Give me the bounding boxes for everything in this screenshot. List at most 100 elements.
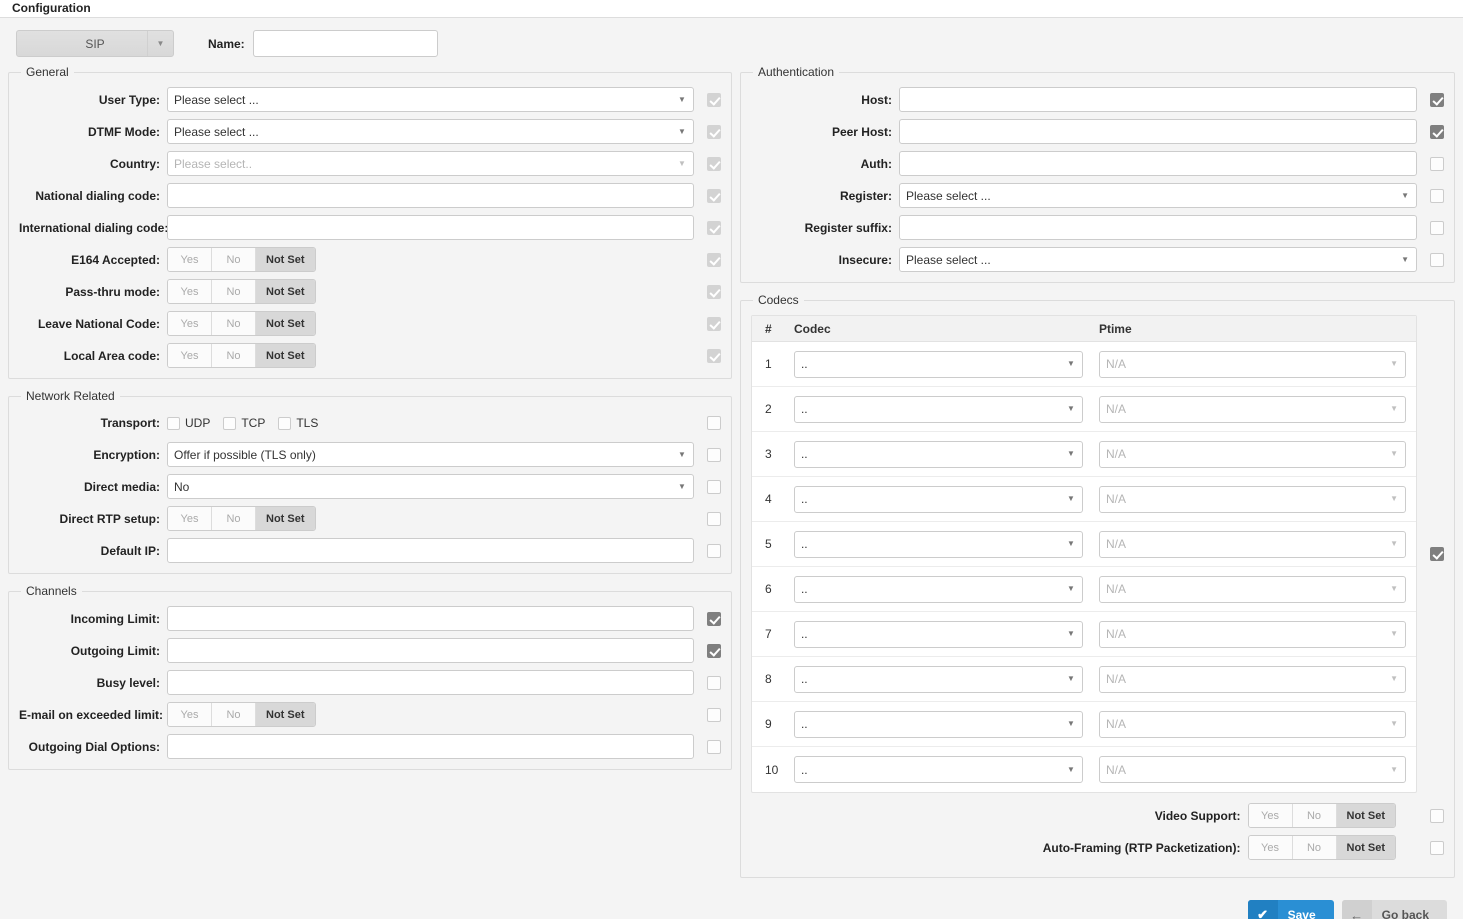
codec-4-select[interactable]: .. ▼ bbox=[793, 485, 1083, 513]
general-user-type-enable-checkbox[interactable] bbox=[706, 92, 721, 107]
auth-auth-input[interactable] bbox=[898, 151, 1417, 176]
general-leave-national-code-enable-checkbox[interactable] bbox=[706, 316, 721, 331]
network-direct-media-enable-checkbox[interactable] bbox=[706, 479, 721, 494]
channels-e-mail-on-exceeded-limit-enable-checkbox[interactable] bbox=[706, 707, 721, 722]
network-direct-rtp-setup-toggle-no[interactable]: No bbox=[212, 507, 256, 530]
channels-outgoing-limit-enable-checkbox[interactable] bbox=[706, 643, 721, 658]
general-country-enable-checkbox[interactable] bbox=[706, 156, 721, 171]
transport-enable-checkbox[interactable] bbox=[706, 416, 721, 430]
general-dtmf-mode-enable-checkbox[interactable] bbox=[706, 124, 721, 139]
channels-incoming-limit-enable-checkbox[interactable] bbox=[706, 611, 721, 626]
general-e164-accepted-toggle-yes[interactable]: Yes bbox=[168, 248, 212, 271]
auth-peer-host-enable-checkbox[interactable] bbox=[1430, 124, 1444, 139]
auth-peer-host-input[interactable] bbox=[898, 119, 1417, 144]
codec-7-select[interactable]: .. ▼ bbox=[793, 620, 1083, 648]
general-e164-accepted-enable-checkbox[interactable] bbox=[706, 252, 721, 267]
chevron-down-icon: ▼ bbox=[678, 126, 686, 136]
general-international-dialing-code-input[interactable] bbox=[167, 215, 694, 240]
network-encryption-enable-checkbox[interactable] bbox=[706, 447, 721, 462]
auth-auth-enable-checkbox[interactable] bbox=[1430, 156, 1444, 171]
channels-e-mail-on-exceeded-limit-toggle-no[interactable]: No bbox=[212, 703, 256, 726]
ptime-3-select[interactable]: N/A ▼ bbox=[1098, 440, 1406, 468]
transport-udp-checkbox[interactable] bbox=[167, 416, 180, 430]
codec-9-select[interactable]: .. ▼ bbox=[793, 710, 1083, 738]
codec-6-select-value: .. bbox=[800, 582, 808, 596]
general-pass-thru-mode-toggle-notset[interactable]: Not Set bbox=[256, 280, 315, 303]
general-pass-thru-mode-toggle-no[interactable]: No bbox=[212, 280, 256, 303]
general-national-dialing-code-input[interactable] bbox=[167, 183, 694, 208]
network-default-ip-enable-checkbox[interactable] bbox=[706, 543, 721, 558]
auth-host-input[interactable] bbox=[898, 87, 1417, 112]
general-e164-accepted-toggle-no[interactable]: No bbox=[212, 248, 256, 271]
general-dtmf-mode-select[interactable]: Please select ... ▼ bbox=[167, 119, 694, 144]
general-local-area-code-enable-checkbox[interactable] bbox=[706, 348, 721, 363]
auth-register-enable-checkbox[interactable] bbox=[1430, 188, 1444, 203]
ptime-8-select[interactable]: N/A ▼ bbox=[1098, 665, 1406, 693]
save-button[interactable]: ✔ Save bbox=[1247, 900, 1334, 919]
ptime-5-select[interactable]: N/A ▼ bbox=[1098, 530, 1406, 558]
auth-host-enable-checkbox[interactable] bbox=[1430, 92, 1444, 107]
ptime-9-select[interactable]: N/A ▼ bbox=[1098, 710, 1406, 738]
general-local-area-code-toggle-yes[interactable]: Yes bbox=[168, 344, 212, 367]
channels-busy-level-input[interactable] bbox=[167, 670, 694, 695]
codecs-video-support-toggle-notset[interactable]: Not Set bbox=[1336, 804, 1395, 827]
ptime-10-select[interactable]: N/A ▼ bbox=[1098, 756, 1406, 783]
go-back-button[interactable]: ← Go back bbox=[1341, 900, 1447, 919]
codec-10-select[interactable]: .. ▼ bbox=[793, 756, 1083, 783]
ptime-1-select[interactable]: N/A ▼ bbox=[1098, 350, 1406, 378]
auth-register-suffix-enable-checkbox[interactable] bbox=[1430, 220, 1444, 235]
ptime-6-select[interactable]: N/A ▼ bbox=[1098, 575, 1406, 603]
codecs-auto-framing-rtp-packetization-enable-checkbox[interactable] bbox=[1430, 840, 1444, 855]
codecs-auto-framing-rtp-packetization-toggle-yes[interactable]: Yes bbox=[1248, 836, 1293, 859]
codec-6-select[interactable]: .. ▼ bbox=[793, 575, 1083, 603]
codecs-enable-checkbox[interactable] bbox=[1430, 547, 1444, 561]
ptime-2-select[interactable]: N/A ▼ bbox=[1098, 395, 1406, 423]
codecs-video-support-toggle-no[interactable]: No bbox=[1292, 804, 1337, 827]
transport-tcp-checkbox[interactable] bbox=[223, 416, 237, 430]
network-direct-media-select[interactable]: No ▼ bbox=[167, 474, 694, 499]
general-country-select[interactable]: Please select.. ▼ bbox=[167, 151, 694, 176]
network-encryption-select[interactable]: Offer if possible (TLS only) ▼ bbox=[167, 442, 694, 467]
codecs-auto-framing-rtp-packetization-toggle-no[interactable]: No bbox=[1292, 836, 1337, 859]
tab-configuration[interactable]: Configuration bbox=[0, 0, 103, 17]
general-user-type-select[interactable]: Please select ... ▼ bbox=[167, 87, 694, 112]
codec-5-select[interactable]: .. ▼ bbox=[793, 530, 1083, 558]
general-national-dialing-code-enable-checkbox[interactable] bbox=[706, 188, 721, 203]
general-pass-thru-mode-enable-checkbox[interactable] bbox=[706, 284, 721, 299]
general-leave-national-code-toggle-yes[interactable]: Yes bbox=[168, 312, 212, 335]
network-direct-rtp-setup-toggle-yes[interactable]: Yes bbox=[168, 507, 212, 530]
channels-outgoing-dial-options-enable-checkbox[interactable] bbox=[706, 739, 721, 754]
auth-insecure-select[interactable]: Please select ... ▼ bbox=[898, 247, 1417, 272]
network-direct-rtp-setup-toggle-notset[interactable]: Not Set bbox=[256, 507, 315, 530]
auth-register-select[interactable]: Please select ... ▼ bbox=[898, 183, 1417, 208]
channels-incoming-limit-input[interactable] bbox=[167, 606, 694, 631]
codecs-auto-framing-rtp-packetization-toggle-notset[interactable]: Not Set bbox=[1336, 836, 1395, 859]
name-input[interactable] bbox=[252, 30, 438, 57]
codec-8-select[interactable]: .. ▼ bbox=[793, 665, 1083, 693]
codec-1-select[interactable]: .. ▼ bbox=[793, 350, 1083, 378]
codecs-video-support-enable-checkbox[interactable] bbox=[1430, 808, 1444, 823]
channels-outgoing-limit-input[interactable] bbox=[167, 638, 694, 663]
general-international-dialing-code-enable-checkbox[interactable] bbox=[706, 220, 721, 235]
channels-e-mail-on-exceeded-limit-toggle-notset[interactable]: Not Set bbox=[256, 703, 315, 726]
transport-tls-checkbox[interactable] bbox=[278, 416, 292, 430]
general-leave-national-code-toggle-notset[interactable]: Not Set bbox=[256, 312, 315, 335]
auth-insecure-enable-checkbox[interactable] bbox=[1430, 252, 1444, 267]
channels-outgoing-dial-options-input[interactable] bbox=[167, 734, 694, 759]
general-e164-accepted-toggle-notset[interactable]: Not Set bbox=[256, 248, 315, 271]
codec-3-select[interactable]: .. ▼ bbox=[793, 440, 1083, 468]
codecs-video-support-toggle-yes[interactable]: Yes bbox=[1248, 804, 1293, 827]
general-pass-thru-mode-toggle-yes[interactable]: Yes bbox=[168, 280, 212, 303]
channels-busy-level-enable-checkbox[interactable] bbox=[706, 675, 721, 690]
auth-register-suffix-input[interactable] bbox=[898, 215, 1417, 240]
general-local-area-code-toggle-no[interactable]: No bbox=[212, 344, 256, 367]
ptime-4-select[interactable]: N/A ▼ bbox=[1098, 485, 1406, 513]
network-direct-rtp-setup-enable-checkbox[interactable] bbox=[706, 511, 721, 526]
channels-e-mail-on-exceeded-limit-toggle-yes[interactable]: Yes bbox=[168, 703, 212, 726]
general-local-area-code-toggle-notset[interactable]: Not Set bbox=[256, 344, 315, 367]
ptime-7-select[interactable]: N/A ▼ bbox=[1098, 620, 1406, 648]
codec-2-select[interactable]: .. ▼ bbox=[793, 395, 1083, 423]
protocol-type-select[interactable]: SIP ▼ bbox=[16, 30, 174, 57]
network-default-ip-input[interactable] bbox=[167, 538, 694, 563]
general-leave-national-code-toggle-no[interactable]: No bbox=[212, 312, 256, 335]
